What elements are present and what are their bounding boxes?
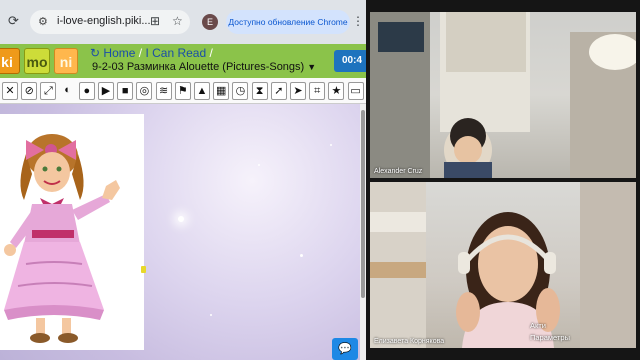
resize-icon[interactable]: ⤢ xyxy=(40,82,57,100)
warning-icon[interactable]: ▲ xyxy=(194,82,210,100)
stop-icon[interactable]: ■ xyxy=(117,82,134,100)
video-call-panel: Alexander Cruz Елизавета Корнякова Акти … xyxy=(366,0,640,360)
breadcrumb-sep: / xyxy=(209,46,213,60)
chat-button[interactable]: 💬 xyxy=(332,338,358,360)
breadcrumb-sep: / xyxy=(138,46,143,60)
rocket-icon[interactable]: ➚ xyxy=(270,82,287,100)
play-icon[interactable]: ▶ xyxy=(98,82,114,100)
participant-video-2[interactable]: Елизавета Корнякова Акти Параметры xyxy=(370,182,636,348)
participant-name: Alexander Cruz xyxy=(374,168,423,175)
reload-icon[interactable]: ⟳ xyxy=(8,14,22,28)
contrast-icon[interactable]: ◐ xyxy=(60,82,76,100)
logo-tile-ki[interactable]: ki xyxy=(0,48,20,74)
record-icon[interactable]: ● xyxy=(78,82,95,100)
cursor-icon xyxy=(141,266,146,273)
participant-name: Елизавета Корнякова xyxy=(374,338,445,345)
menu-kebab-icon[interactable]: ⋮ xyxy=(352,14,364,28)
lesson-title: 9-2-03 Разминка Alouette (Pictures-Songs… xyxy=(92,61,305,73)
bookmark-star-icon[interactable]: ☆ xyxy=(172,14,183,28)
profile-avatar[interactable]: E xyxy=(202,14,218,30)
lesson-canvas[interactable] xyxy=(0,104,360,360)
dropdown-arrow-icon: ▼ xyxy=(307,62,317,72)
hide-icon[interactable]: ◎ xyxy=(136,82,153,100)
participant-video-1[interactable]: Alexander Cruz xyxy=(370,12,636,178)
pointer-icon[interactable]: ➤ xyxy=(290,82,306,100)
logo-tile-mo[interactable]: mo xyxy=(24,48,50,74)
home-icon[interactable]: ↻ xyxy=(90,46,100,60)
room-background xyxy=(370,182,636,348)
doll-picture-card[interactable] xyxy=(0,114,144,350)
crop-icon[interactable]: ⌗ xyxy=(309,82,326,100)
scrollbar-thumb[interactable] xyxy=(361,110,365,298)
overlay-text: Акти xyxy=(530,321,546,330)
screen-icon[interactable]: ▭ xyxy=(347,82,364,100)
room-background xyxy=(370,12,636,178)
clock-icon[interactable]: ◷ xyxy=(232,82,249,100)
flag-icon[interactable]: ⚑ xyxy=(174,82,191,100)
lesson-selector[interactable]: 9-2-03 Разминка Alouette (Pictures-Songs… xyxy=(92,61,316,73)
chrome-update-button[interactable]: Доступно обновление Chrome xyxy=(226,10,350,34)
star-icon[interactable]: ★ xyxy=(328,82,345,100)
rss-icon[interactable]: ≋ xyxy=(155,82,172,100)
address-text[interactable]: i-love-english.piki... xyxy=(57,15,151,27)
logo-tile-ni[interactable]: ni xyxy=(54,48,78,74)
breadcrumb-i-can-read[interactable]: I Can Read xyxy=(145,46,206,60)
site-settings-icon[interactable]: ⚙ xyxy=(38,15,48,28)
breadcrumb-home[interactable]: Home xyxy=(103,46,135,60)
browser-toolbar: ⟳ ⚙ i-love-english.piki... ⊞ ☆ E Доступн… xyxy=(0,0,366,44)
calendar-icon[interactable]: ▦ xyxy=(213,82,230,100)
browser-window: ⟳ ⚙ i-love-english.piki... ⊞ ☆ E Доступн… xyxy=(0,0,366,360)
overlay-text: Параметры xyxy=(530,333,570,342)
site-header: ki mo ni ↻ Home / I Can Read / 9-2-03 Ра… xyxy=(0,44,366,78)
breadcrumb: ↻ Home / I Can Read / xyxy=(90,46,213,60)
lesson-toolbar: ✕ ⊘ ⤢ ◐ ● ▶ ■ ◎ ≋ ⚑ ▲ ▦ ◷ ⧗ ➚ ➤ ⌗ ★ ▭ xyxy=(0,78,366,104)
translate-icon[interactable]: ⊞ xyxy=(150,14,160,28)
no-icon[interactable]: ⊘ xyxy=(21,82,38,100)
doll-illustration xyxy=(4,134,120,343)
timer-badge: 00:4 xyxy=(334,50,366,72)
hourglass-icon[interactable]: ⧗ xyxy=(251,82,268,100)
close-icon[interactable]: ✕ xyxy=(2,82,18,100)
